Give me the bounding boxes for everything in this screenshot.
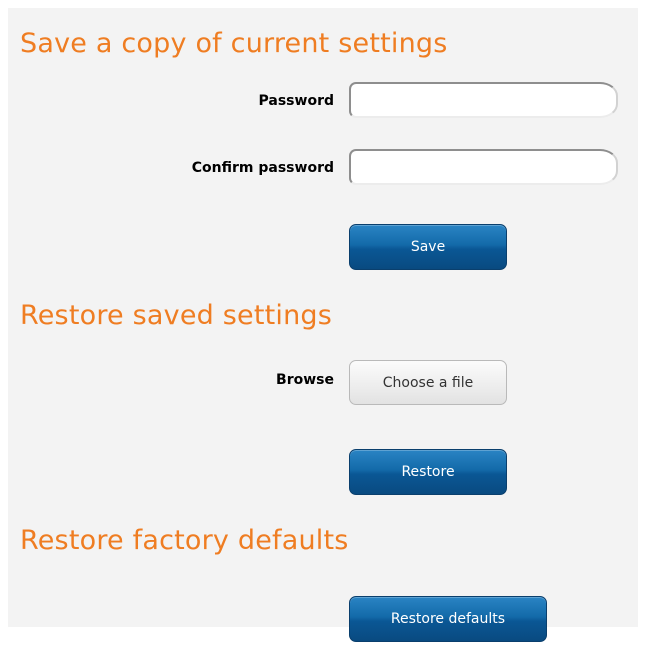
restore-settings-heading: Restore saved settings	[20, 300, 333, 331]
choose-file-button[interactable]: Choose a file	[349, 360, 507, 405]
confirm-password-input[interactable]	[349, 149, 618, 185]
settings-panel: Save a copy of current settings Password…	[8, 8, 638, 642]
browse-label: Browse	[276, 372, 334, 388]
restore-button[interactable]: Restore	[349, 449, 507, 495]
restore-defaults-button[interactable]: Restore defaults	[349, 596, 547, 642]
save-settings-heading: Save a copy of current settings	[20, 28, 448, 59]
factory-defaults-heading: Restore factory defaults	[20, 525, 349, 556]
confirm-password-label: Confirm password	[191, 160, 334, 176]
password-label: Password	[258, 93, 334, 109]
save-button[interactable]: Save	[349, 224, 507, 270]
password-input[interactable]	[349, 82, 618, 118]
